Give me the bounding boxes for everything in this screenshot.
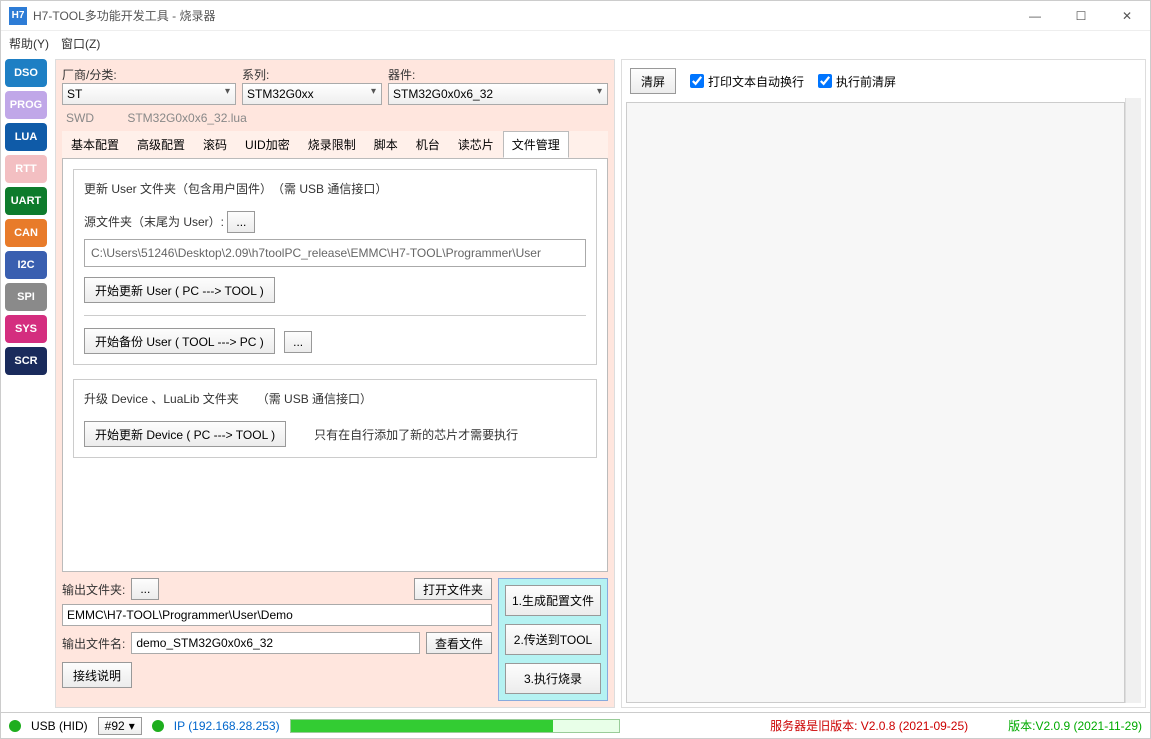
out-folder-input[interactable] bbox=[62, 604, 492, 626]
open-folder-button[interactable]: 打开文件夹 bbox=[414, 578, 492, 600]
tab-machine[interactable]: 机台 bbox=[407, 131, 449, 158]
statusbar: USB (HID) #92▾ IP (192.168.28.253) 服务器是旧… bbox=[1, 712, 1150, 738]
browse-backup-button[interactable]: ... bbox=[284, 331, 312, 353]
vendor-label: 厂商/分类: bbox=[62, 66, 236, 83]
tab-rollcode[interactable]: 滚码 bbox=[194, 131, 236, 158]
exec-burn-button[interactable]: 3.执行烧录 bbox=[505, 663, 601, 694]
server-version-text: 服务器是旧版本: V2.0.8 (2021-09-25) bbox=[770, 717, 968, 734]
client-version-text: 版本:V2.0.9 (2021-11-29) bbox=[1008, 717, 1142, 734]
device-note: 只有在自行添加了新的芯片才需要执行 bbox=[314, 426, 518, 443]
close-button[interactable]: ✕ bbox=[1104, 1, 1150, 31]
clear-log-button[interactable]: 清屏 bbox=[630, 68, 676, 94]
menubar: 帮助(Y) 窗口(Z) bbox=[1, 31, 1150, 55]
action-box: 1.生成配置文件 2.传送到TOOL 3.执行烧录 bbox=[498, 578, 608, 701]
maximize-button[interactable]: ☐ bbox=[1058, 1, 1104, 31]
ip-status-dot-icon bbox=[152, 720, 164, 732]
tab-filemgmt[interactable]: 文件管理 bbox=[503, 131, 569, 158]
src-folder-label: 源文件夹（末尾为 User）: bbox=[84, 215, 224, 229]
update-device-title: 升级 Device 、LuaLib 文件夹 （需 USB 通信接口） bbox=[84, 390, 586, 407]
channel-combo[interactable]: #92▾ bbox=[98, 717, 142, 735]
tab-basic[interactable]: 基本配置 bbox=[62, 131, 128, 158]
update-user-button[interactable]: 开始更新 User ( PC ---> TOOL ) bbox=[84, 277, 275, 303]
device-label: 器件: bbox=[388, 66, 608, 83]
clear-before-checkbox[interactable]: 执行前清屏 bbox=[818, 73, 896, 90]
series-select[interactable]: STM32G0xx bbox=[242, 83, 382, 105]
send-tool-button[interactable]: 2.传送到TOOL bbox=[505, 624, 601, 655]
tab-script[interactable]: 脚本 bbox=[365, 131, 407, 158]
sidebar-item-scr[interactable]: SCR bbox=[5, 347, 47, 375]
protocol-line: SWD STM32G0x0x6_32.lua bbox=[62, 109, 608, 131]
device-select[interactable]: STM32G0x0x6_32 bbox=[388, 83, 608, 105]
sidebar-item-dso[interactable]: DSO bbox=[5, 59, 47, 87]
sidebar-item-sys[interactable]: SYS bbox=[5, 315, 47, 343]
tab-content: 更新 User 文件夹（包含用户固件） （需 USB 通信接口） 源文件夹（末尾… bbox=[62, 158, 608, 572]
titlebar: H7 H7-TOOL多功能开发工具 - 烧录器 — ☐ ✕ bbox=[1, 1, 1150, 31]
sidebar-item-i2c[interactable]: I2C bbox=[5, 251, 47, 279]
src-path: C:\Users\51246\Desktop\2.09\h7toolPC_rel… bbox=[84, 239, 586, 267]
sidebar-item-prog[interactable]: PROG bbox=[5, 91, 47, 119]
tab-uid[interactable]: UID加密 bbox=[236, 131, 299, 158]
progress-bar bbox=[290, 719, 620, 733]
sidebar-item-lua[interactable]: LUA bbox=[5, 123, 47, 151]
sidebar-item-spi[interactable]: SPI bbox=[5, 283, 47, 311]
view-file-button[interactable]: 查看文件 bbox=[426, 632, 492, 654]
gen-config-button[interactable]: 1.生成配置文件 bbox=[505, 585, 601, 616]
tab-burnlimit[interactable]: 烧录限制 bbox=[299, 131, 365, 158]
app-icon: H7 bbox=[9, 7, 27, 25]
menu-window[interactable]: 窗口(Z) bbox=[61, 35, 100, 52]
backup-user-button[interactable]: 开始备份 User ( TOOL ---> PC ) bbox=[84, 328, 275, 354]
usb-status-dot-icon bbox=[9, 720, 21, 732]
minimize-button[interactable]: — bbox=[1012, 1, 1058, 31]
out-folder-label: 输出文件夹: bbox=[62, 581, 125, 598]
update-device-group: 升级 Device 、LuaLib 文件夹 （需 USB 通信接口） 开始更新 … bbox=[73, 379, 597, 458]
usb-status-text: USB (HID) bbox=[31, 719, 88, 733]
out-filename-label: 输出文件名: bbox=[62, 635, 125, 652]
auto-wrap-checkbox[interactable]: 打印文本自动换行 bbox=[690, 73, 804, 90]
series-label: 系列: bbox=[242, 66, 382, 83]
tab-advanced[interactable]: 高级配置 bbox=[128, 131, 194, 158]
sidebar-item-uart[interactable]: UART bbox=[5, 187, 47, 215]
log-area[interactable] bbox=[626, 102, 1125, 703]
update-user-group: 更新 User 文件夹（包含用户固件） （需 USB 通信接口） 源文件夹（末尾… bbox=[73, 169, 597, 365]
out-filename-input[interactable] bbox=[131, 632, 420, 654]
wiring-button[interactable]: 接线说明 bbox=[62, 662, 132, 688]
browse-out-button[interactable]: ... bbox=[131, 578, 159, 600]
programmer-panel: 厂商/分类: ST 系列: STM32G0xx 器件: STM32G0x0x6_… bbox=[55, 59, 615, 708]
tab-readchip[interactable]: 读芯片 bbox=[449, 131, 503, 158]
tab-bar: 基本配置 高级配置 滚码 UID加密 烧录限制 脚本 机台 读芯片 文件管理 bbox=[62, 131, 608, 158]
log-panel: 清屏 打印文本自动换行 执行前清屏 bbox=[621, 59, 1146, 708]
browse-src-button[interactable]: ... bbox=[227, 211, 255, 233]
update-device-button[interactable]: 开始更新 Device ( PC ---> TOOL ) bbox=[84, 421, 286, 447]
menu-help[interactable]: 帮助(Y) bbox=[9, 35, 49, 52]
vendor-select[interactable]: ST bbox=[62, 83, 236, 105]
sidebar-item-can[interactable]: CAN bbox=[5, 219, 47, 247]
ip-status-text: IP (192.168.28.253) bbox=[174, 719, 280, 733]
sidebar-item-rtt[interactable]: RTT bbox=[5, 155, 47, 183]
scrollbar[interactable] bbox=[1125, 98, 1141, 703]
update-user-title: 更新 User 文件夹（包含用户固件） （需 USB 通信接口） bbox=[84, 180, 586, 197]
window-title: H7-TOOL多功能开发工具 - 烧录器 bbox=[33, 7, 1012, 24]
sidebar: DSO PROG LUA RTT UART CAN I2C SPI SYS SC… bbox=[1, 55, 51, 712]
